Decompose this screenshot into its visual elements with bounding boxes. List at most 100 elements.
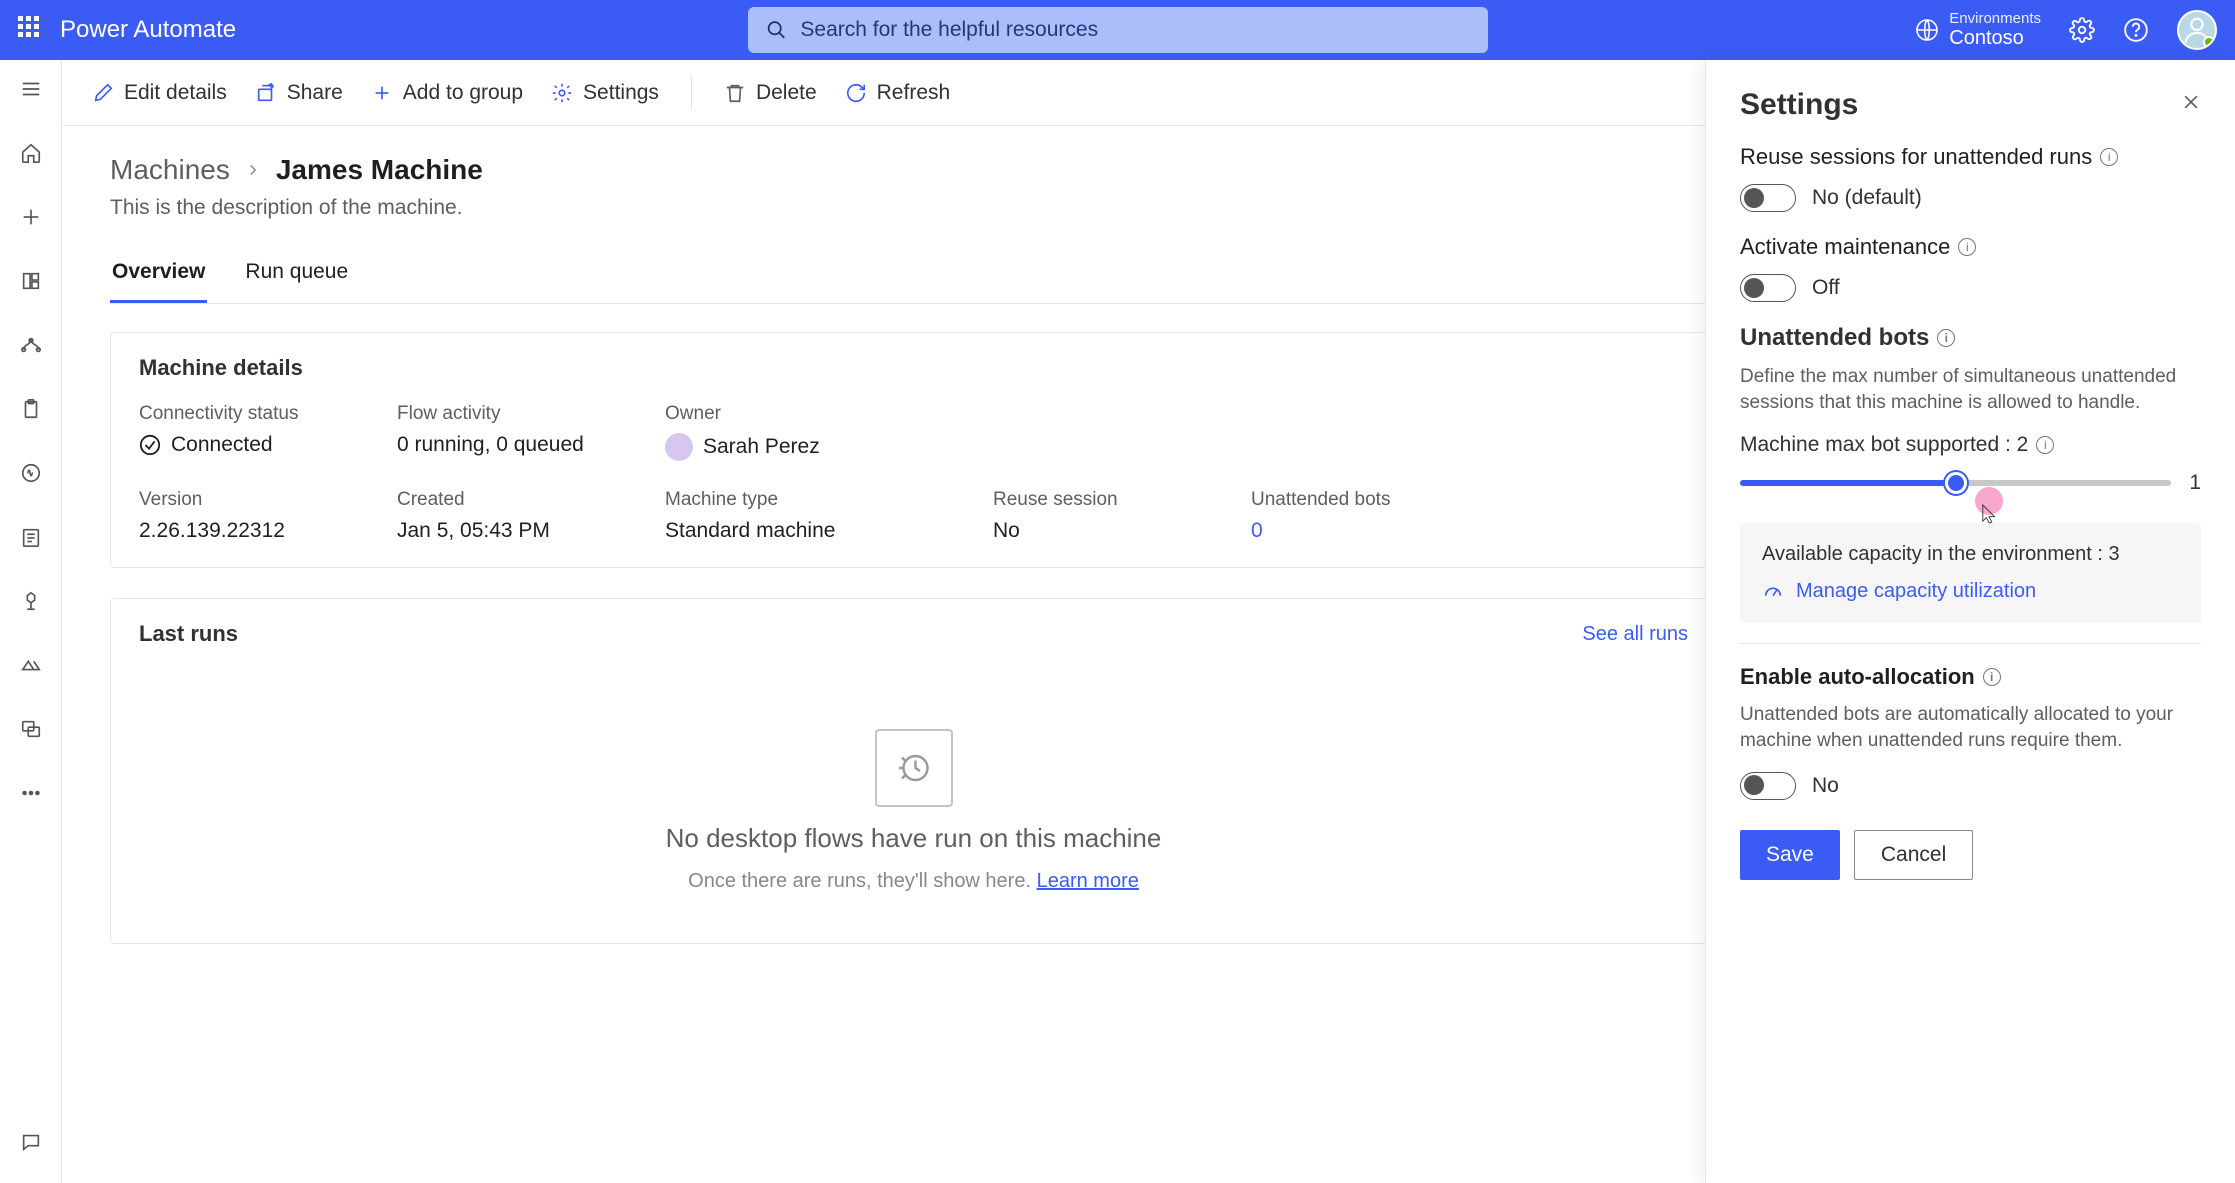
environment-picker[interactable]: Environments Contoso [1915,10,2041,50]
bots-value[interactable]: 0 [1251,519,1451,543]
tab-overview[interactable]: Overview [110,246,207,303]
owner-label: Owner [665,403,985,425]
unattended-bots-header: Unattended botsi [1740,324,2201,352]
cmd-refresh-label: Refresh [877,81,951,105]
cmd-add-label: Add to group [403,81,523,105]
reuse-sessions-label: Reuse sessions for unattended runsi [1740,144,2201,170]
empty-runs-sub: Once there are runs, they'll show here. … [688,870,1139,893]
empty-runs-title: No desktop flows have run on this machin… [666,823,1162,854]
auto-allocation-value: No [1812,774,1839,798]
auto-allocation-toggle[interactable] [1740,772,1796,800]
topbar: Power Automate Environments Contoso [0,0,2235,60]
rail-chatbot-icon[interactable] [10,1121,52,1163]
conn-status-label: Connectivity status [139,403,389,425]
flow-activity-label: Flow activity [397,403,657,425]
type-label: Machine type [665,489,985,511]
reuse-label: Reuse session [993,489,1243,511]
rail-more-icon[interactable] [10,772,52,814]
last-runs-card: Last runs See all runs No desktop flows … [110,598,1717,944]
brand-title[interactable]: Power Automate [60,16,236,44]
breadcrumb-root[interactable]: Machines [110,154,230,186]
see-all-runs-link[interactable]: See all runs [1582,623,1688,646]
reuse-sessions-toggle[interactable] [1740,184,1796,212]
cancel-button[interactable]: Cancel [1854,830,1973,880]
learn-more-link[interactable]: Learn more [1037,870,1139,892]
global-search[interactable] [748,7,1488,53]
rail-ai-icon[interactable] [10,580,52,622]
capacity-info-card: Available capacity in the environment : … [1740,523,2201,623]
gauge-icon [1762,581,1784,603]
chevron-right-icon [244,161,262,179]
auto-allocation-header: Enable auto-allocationi [1740,664,2201,690]
version-label: Version [139,489,389,511]
cmd-share-label: Share [287,81,343,105]
breadcrumb-current: James Machine [276,154,483,186]
rail-activity-icon[interactable] [10,452,52,494]
owner-value: Sarah Perez [665,433,985,461]
rail-monitor-icon[interactable] [10,516,52,558]
cmd-edit-label: Edit details [124,81,227,105]
type-value: Standard machine [665,519,985,543]
bot-slider[interactable] [1740,480,2171,486]
left-nav-rail [0,60,62,1183]
rail-flows-icon[interactable] [10,324,52,366]
gear-icon[interactable] [2069,17,2095,43]
add-to-group-button[interactable]: Add to group [371,81,523,105]
manage-capacity-link[interactable]: Manage capacity utilization [1762,580,2179,603]
max-bot-label: Machine max bot supported : 2i [1740,433,2201,457]
reuse-toggle-value: No (default) [1812,186,1922,210]
user-avatar[interactable] [2177,10,2217,50]
rail-templates-icon[interactable] [10,260,52,302]
info-icon[interactable]: i [1983,668,2001,686]
created-label: Created [397,489,657,511]
slider-thumb[interactable] [1945,472,1967,494]
history-icon [875,729,953,807]
settings-button[interactable]: Settings [551,81,659,105]
created-value: Jan 5, 05:43 PM [397,519,657,543]
cursor-icon [1981,503,1999,525]
conn-status-value: Connected [139,433,389,457]
version-value: 2.26.139.22312 [139,519,389,543]
refresh-button[interactable]: Refresh [845,81,951,105]
check-circle-icon [139,434,161,456]
cmd-settings-label: Settings [583,81,659,105]
machine-details-card: Machine details Connectivity status Conn… [110,332,1717,568]
settings-panel: Settings Reuse sessions for unattended r… [1705,60,2235,1183]
edit-details-button[interactable]: Edit details [92,81,227,105]
owner-avatar [665,433,693,461]
env-label: Environments [1949,10,2041,27]
delete-button[interactable]: Delete [724,81,817,105]
close-icon[interactable] [2181,92,2201,118]
share-button[interactable]: Share [255,81,343,105]
search-input[interactable] [800,18,1469,42]
info-icon[interactable]: i [1958,238,1976,256]
last-runs-title: Last runs [139,621,238,647]
info-icon[interactable]: i [1937,329,1955,347]
rail-menu-icon[interactable] [10,68,52,110]
save-button[interactable]: Save [1740,830,1840,880]
slider-value: 1 [2189,471,2201,495]
rail-process-icon[interactable] [10,644,52,686]
env-value: Contoso [1949,27,2041,50]
tab-run-queue[interactable]: Run queue [243,246,350,303]
waffle-icon[interactable] [18,16,46,44]
unattended-bots-desc: Define the max number of simultaneous un… [1740,364,2201,415]
panel-title: Settings [1740,88,1858,122]
help-icon[interactable] [2123,17,2149,43]
search-icon [766,19,787,41]
maintenance-label: Activate maintenancei [1740,234,2201,260]
info-icon[interactable]: i [2100,148,2118,166]
auto-allocation-desc: Unattended bots are automatically alloca… [1740,702,2201,753]
info-icon[interactable]: i [2036,436,2054,454]
rail-home-icon[interactable] [10,132,52,174]
rail-add-icon[interactable] [10,196,52,238]
cursor-highlight [1975,487,2003,515]
reuse-value: No [993,519,1243,543]
bots-label: Unattended bots [1251,489,1451,511]
globe-icon [1915,18,1939,42]
rail-clipboard-icon[interactable] [10,388,52,430]
maintenance-toggle-value: Off [1812,276,1840,300]
maintenance-toggle[interactable] [1740,274,1796,302]
flow-activity-value: 0 running, 0 queued [397,433,657,457]
rail-machines-icon[interactable] [10,708,52,750]
